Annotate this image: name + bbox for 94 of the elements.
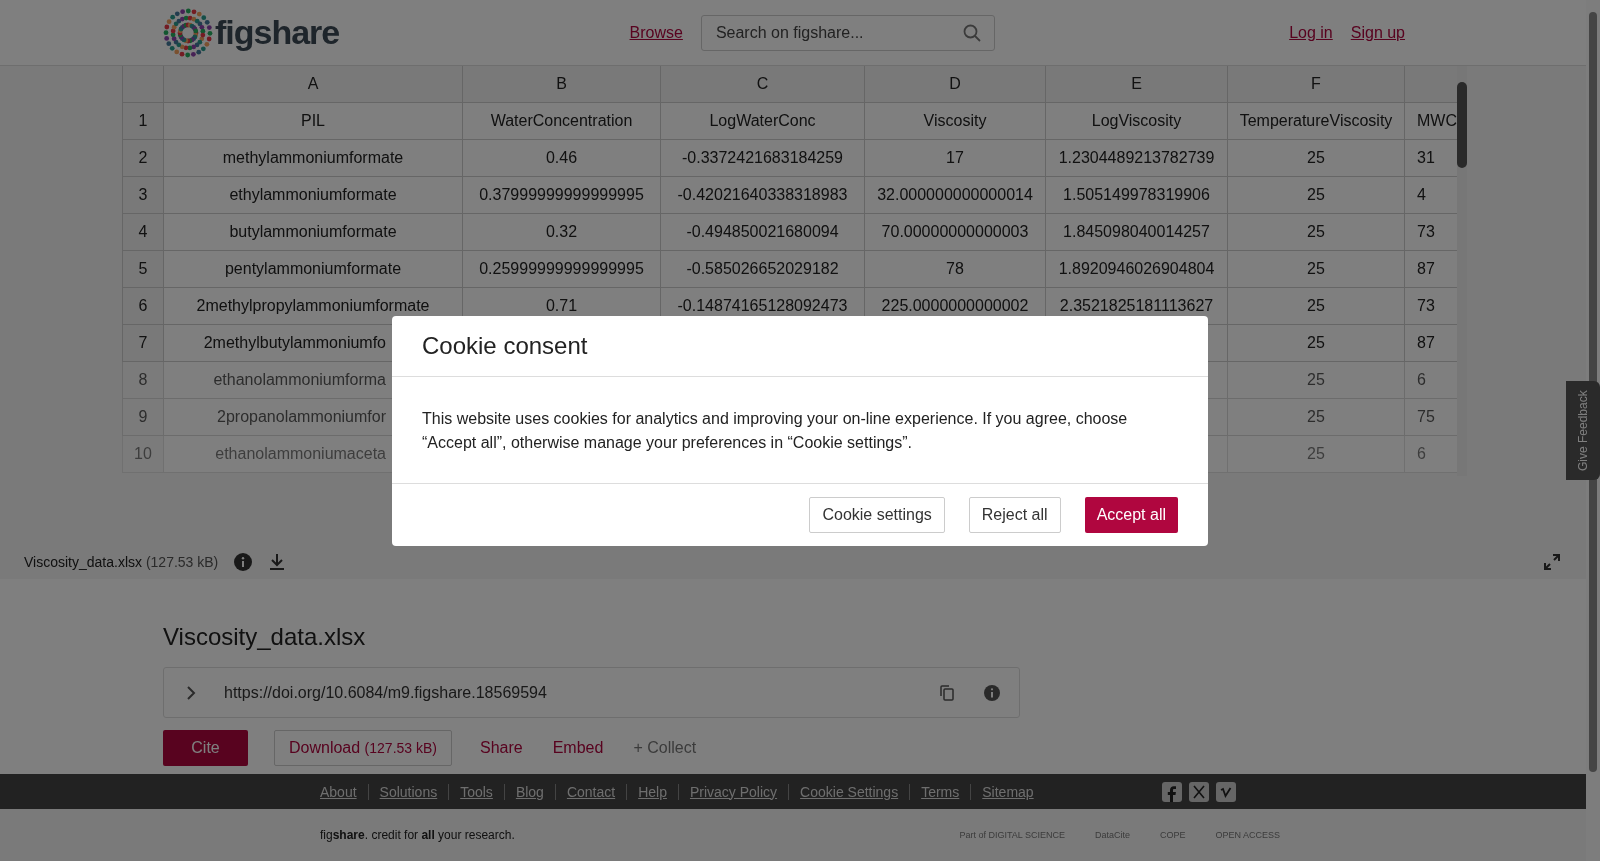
table-cell: LogViscosity [1046,103,1228,140]
footer-link[interactable]: Blog [503,783,555,800]
footer-link[interactable]: Cookie Settings [788,783,910,800]
footer-link[interactable]: Sitemap [970,783,1045,800]
table-cell: -0.494850021680094 [661,214,865,251]
table-cell: 17 [865,140,1046,177]
table-cell: 25 [1228,399,1405,436]
row-number: 4 [122,214,164,251]
footer-link[interactable]: Terms [909,783,971,800]
table-cell: PIL [164,103,463,140]
dialog-text: This website uses cookies for analytics and improving your on-line experience. If you agree, choose “Accept all”, otherwise manage your preferences in “Cookie settings”. [392,377,1208,484]
row-number: 2 [122,140,164,177]
download-button[interactable]: Download (127.53 kB) [274,730,452,766]
row-number: 1 [122,103,164,140]
table-cell: 0.46 [463,140,661,177]
action-link[interactable]: Embed [550,730,606,766]
table-cell: 25 [1228,436,1405,473]
search-icon[interactable] [962,23,981,42]
table-cell: 1.845098040014257 [1046,214,1228,251]
partner-logo[interactable]: OPEN ACCESS [1215,830,1280,840]
table-cell: 0.37999999999999995 [463,177,661,214]
chevron-icon[interactable] [186,684,196,701]
tagline: figshare. credit for all your research. [320,828,515,842]
column-header: E [1046,66,1228,103]
feedback-tab[interactable]: Give Feedback [1566,381,1600,480]
footer-link[interactable]: About [320,783,368,800]
partner-logo[interactable]: COPE [1159,830,1186,840]
table-cell: butylammoniumformate [164,214,463,251]
table-cell: 70.00000000000003 [865,214,1046,251]
fullscreen-icon[interactable] [1544,553,1560,570]
table-cell: Viscosity [865,103,1046,140]
dialog-button[interactable]: Reject all [968,497,1061,533]
search-field[interactable]: Search on figshare... [700,14,995,51]
table-cell: WaterConcentration [463,103,661,140]
dialog-title: Cookie consent [392,316,1208,377]
table-cell: 32.000000000000014 [865,177,1046,214]
row-number: 5 [122,251,164,288]
facebook-icon[interactable] [1162,781,1182,802]
table-cell: -0.3372421683184259 [661,140,865,177]
copy-icon[interactable] [939,683,955,702]
table-cell: 1.505149978319906 [1046,177,1228,214]
info-icon[interactable] [983,683,1001,702]
column-header: B [463,66,661,103]
auth-link[interactable]: Log in [1289,23,1333,42]
table-cell: 78 [865,251,1046,288]
row-number: 3 [122,177,164,214]
doi-link[interactable]: https://doi.org/10.6084/m9.figshare.18569594 [224,683,547,702]
cite-button[interactable]: Cite [163,730,248,766]
row-number: 9 [122,399,164,436]
table-cell: 0.32 [463,214,661,251]
column-header: C [661,66,865,103]
table-cell: pentylammoniumformate [164,251,463,288]
table-cell: 25 [1228,214,1405,251]
collect-link[interactable]: + Collect [631,730,699,766]
footer-link[interactable]: Contact [554,783,627,800]
table-cell: 25 [1228,251,1405,288]
table-cell: 0.25999999999999995 [463,251,661,288]
vimeo-icon[interactable] [1216,781,1236,802]
table-cell: ethylammoniumformate [164,177,463,214]
table-cell: methylammoniumformate [164,140,463,177]
row-number: 8 [122,362,164,399]
table-cell: -0.42021640338318983 [661,177,865,214]
row-number: 6 [122,288,164,325]
footer-link[interactable]: Help [626,783,678,800]
x-icon[interactable] [1189,781,1209,802]
logo-icon [163,7,213,58]
action-link[interactable]: Share [478,730,525,766]
table-cell: 25 [1228,140,1405,177]
table-cell: LogWaterConc [661,103,865,140]
table-cell: 1.2304489213782739 [1046,140,1228,177]
table-cell: 25 [1228,288,1405,325]
row-number: 7 [122,325,164,362]
table-cell: 25 [1228,177,1405,214]
partner-logo[interactable]: DataCite [1094,830,1130,840]
table-cell: 1.8920946026904804 [1046,251,1228,288]
logo-text[interactable]: figshare [215,13,340,52]
footer-link[interactable]: Privacy Policy [677,783,789,800]
dialog-button[interactable]: Cookie settings [809,497,945,533]
column-header: D [865,66,1046,103]
table-cell: -0.585026652029182 [661,251,865,288]
column-header: F [1228,66,1405,103]
info-icon[interactable] [234,552,253,571]
table-cell: 25 [1228,325,1405,362]
download-icon[interactable] [268,552,287,571]
file-name: Viscosity_data.xlsx (127.53 kB) [24,553,219,570]
table-cell: 25 [1228,362,1405,399]
browse-link[interactable]: Browse [629,23,683,42]
article-title: Viscosity_data.xlsx [163,623,367,651]
table-cell: TemperatureViscosity [1228,103,1405,140]
column-header: A [164,66,463,103]
footer-link[interactable]: Solutions [367,783,449,800]
accept-button[interactable]: Accept all [1084,497,1178,533]
auth-link[interactable]: Sign up [1350,23,1405,42]
footer-link[interactable]: Tools [448,783,504,800]
